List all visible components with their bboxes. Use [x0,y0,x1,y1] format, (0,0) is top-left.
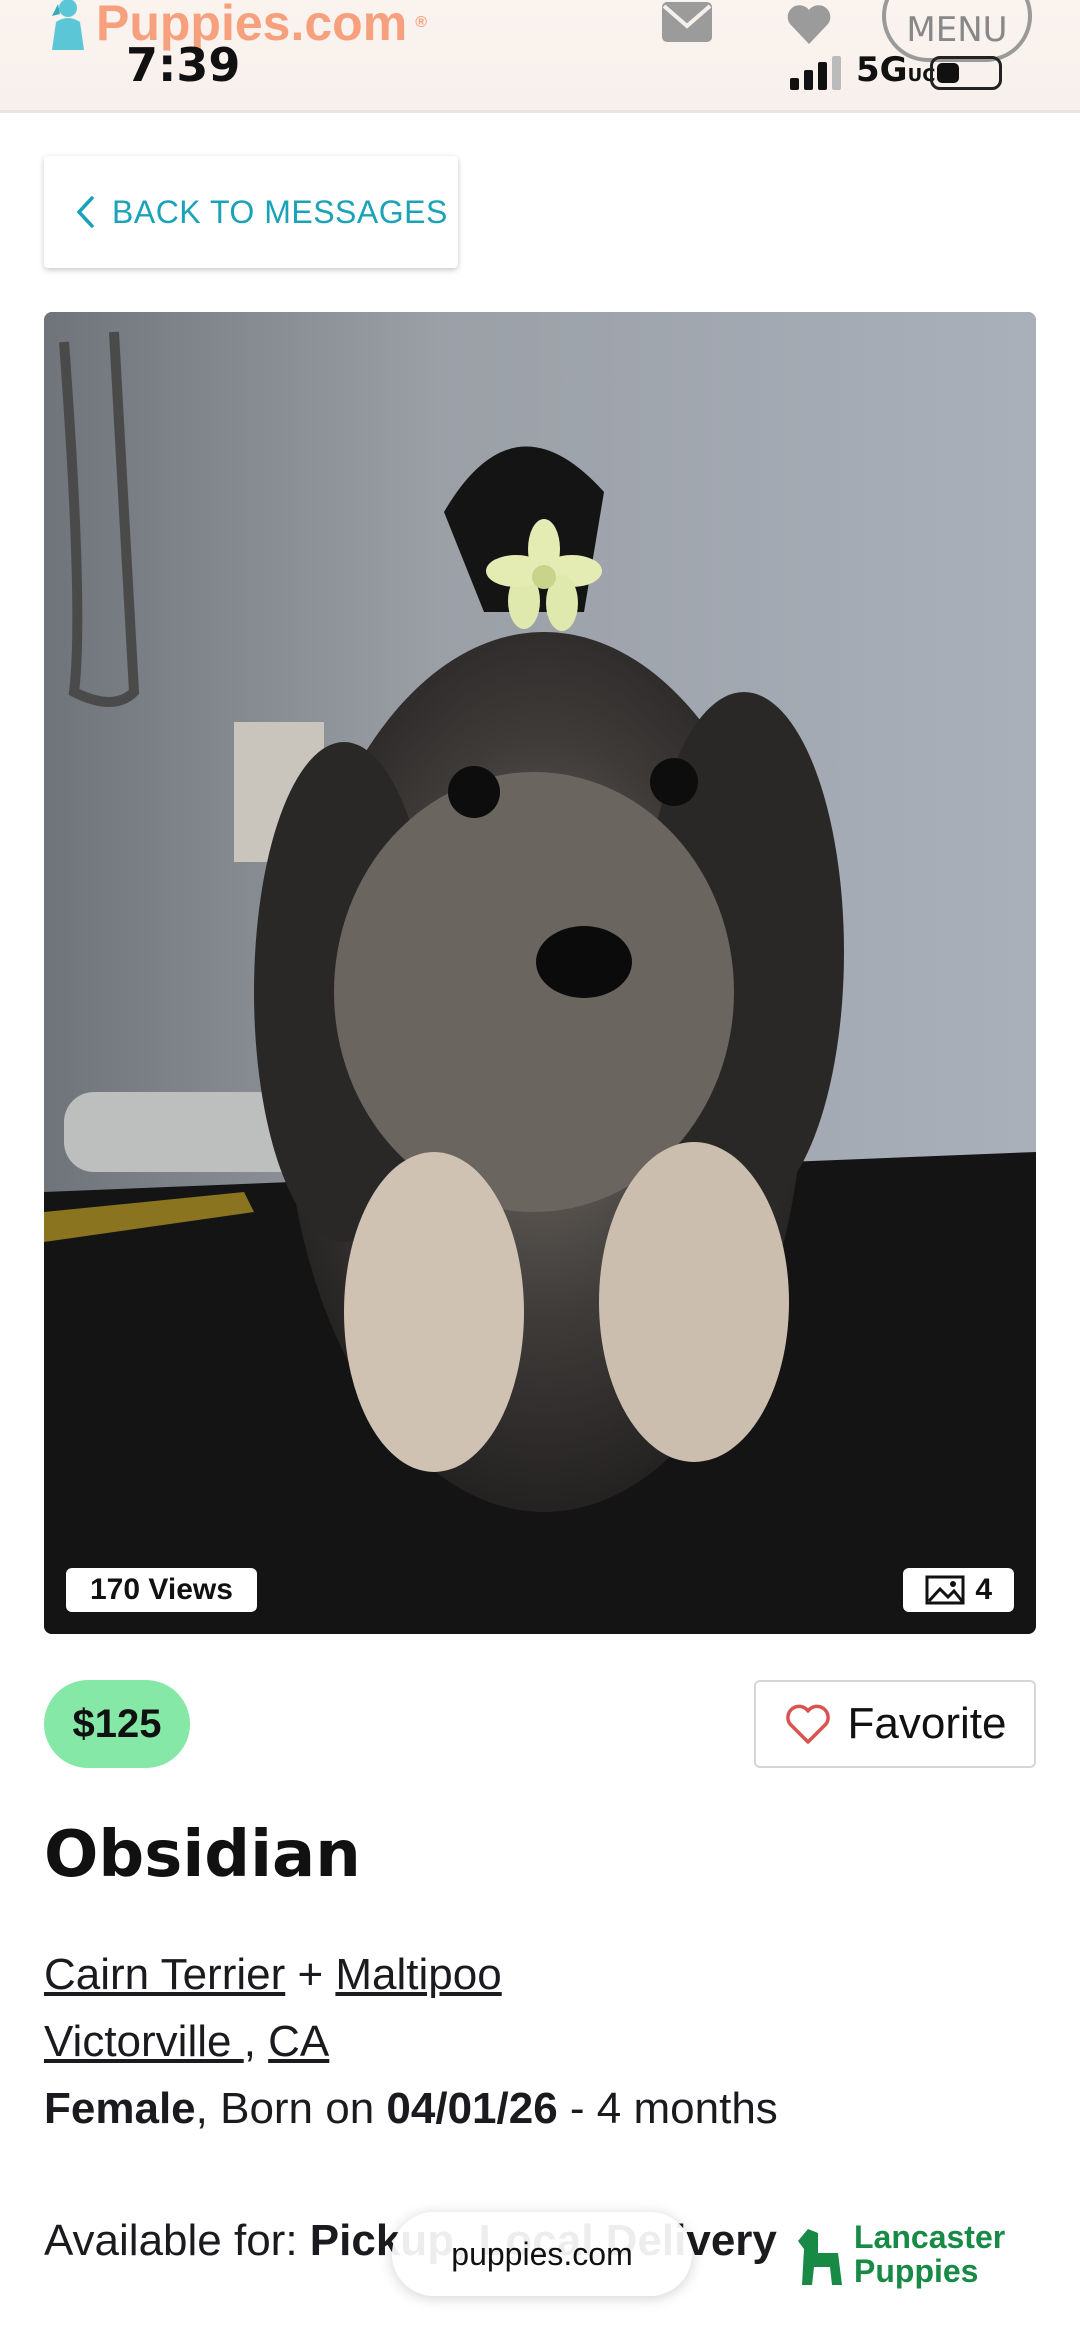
photo-count-badge[interactable]: 4 [903,1568,1014,1612]
views-badge: 170 Views [66,1568,257,1612]
breed-line: Cairn Terrier + Maltipoo [44,1950,502,2000]
photo-count: 4 [975,1573,992,1606]
status-time: 7:39 [126,38,241,92]
breed-link-maltipoo[interactable]: Maltipoo [335,1950,501,1999]
breed-link-cairn-terrier[interactable]: Cairn Terrier [44,1950,285,1999]
lancaster-dog-icon [798,2229,842,2285]
heart-icon[interactable] [785,2,833,46]
favorite-label: Favorite [847,1699,1007,1748]
sex-birth-line: Female, Born on 04/01/26 - 4 months [44,2084,778,2134]
top-header: Puppies.com ® 7:39 MENU 5GUC [0,0,1080,113]
born-date: 04/01/26 [386,2084,558,2133]
puppy-image [44,312,1036,1634]
mail-icon[interactable] [660,0,714,46]
signal-strength-icon [790,56,841,90]
age: - 4 months [557,2084,778,2133]
network-type: 5GUC [856,50,936,90]
born-prefix: , Born on [195,2084,387,2133]
city-link[interactable]: Victorville [44,2017,244,2066]
state-link[interactable]: CA [268,2017,329,2066]
battery-icon [930,56,1002,90]
puppy-name: Obsidian [44,1818,361,1892]
location-separator: , [243,2017,269,2066]
image-gallery-icon [925,1575,965,1605]
brand-registered-mark: ® [415,14,427,31]
lancaster-line-1: Lancaster [854,2219,1006,2255]
price-badge: $125 [44,1680,190,1768]
back-to-messages-button[interactable]: BACK TO MESSAGES [44,156,458,268]
lancaster-puppies-logo[interactable]: Lancaster Puppies [794,2220,1005,2288]
dog-logo-icon [52,0,84,50]
availability-label: Available for: [44,2216,310,2265]
breed-joiner: + [285,1950,336,1999]
back-button-label: BACK TO MESSAGES [112,193,448,230]
lancaster-line-2: Puppies [854,2253,979,2289]
browser-url-bar[interactable]: puppies.com [392,2212,692,2296]
sex: Female [44,2084,196,2133]
favorite-button[interactable]: Favorite [754,1680,1036,1768]
heart-outline-icon [785,1704,830,1744]
puppy-photo[interactable]: 170 Views 4 [44,312,1036,1634]
location-line: Victorville , CA [44,2017,329,2067]
chevron-left-icon [76,196,94,228]
